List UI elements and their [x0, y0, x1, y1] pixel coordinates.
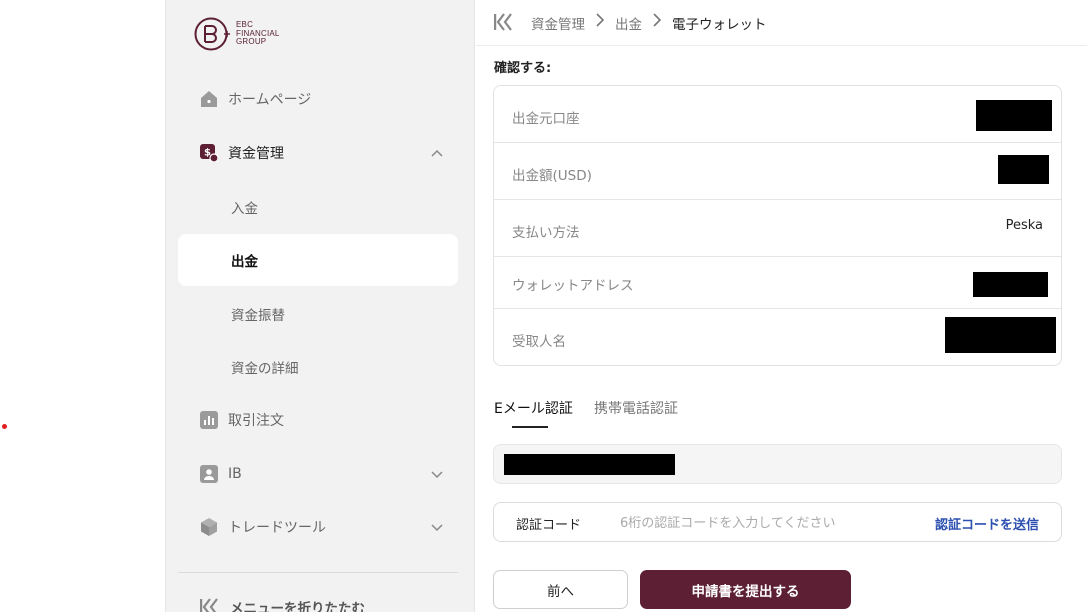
verification-code-field: 認証コード 認証コードを送信 [493, 502, 1062, 542]
send-code-link[interactable]: 認証コードを送信 [935, 514, 1039, 533]
redacted-value [976, 100, 1052, 131]
sidebar-item-label: ホームページ [228, 92, 312, 108]
confirm-row-wallet-address: ウォレットアドレス [494, 257, 1061, 309]
confirm-row-source-account: 出金元口座 [494, 86, 1061, 143]
sidebar-item-withdraw[interactable]: 出金 [178, 234, 458, 286]
sidebar-item-label: 資金振替 [231, 308, 285, 324]
red-dot-marker [2, 424, 7, 429]
chevron-up-icon [431, 149, 443, 157]
chart-icon [200, 411, 218, 429]
cube-icon [201, 518, 217, 536]
brand-line-3: GROUP [236, 37, 267, 47]
confirm-title: 確認する: [494, 61, 552, 76]
dollar-icon: $ [200, 144, 218, 162]
sidebar-item-deposit[interactable]: 入金 [178, 181, 458, 233]
sidebar-item-fund-details[interactable]: 資金の詳細 [178, 341, 458, 393]
confirm-row-label: 受取人名 [512, 334, 566, 350]
chevron-down-icon [431, 471, 443, 479]
prev-button[interactable]: 前へ [493, 570, 628, 609]
tab-email-verification[interactable]: Eメール認証 [494, 398, 573, 418]
sidebar: EBC FINANCIAL GROUP ホームページ $ 資金管理 入金 出金 … [165, 0, 475, 612]
confirm-row-payment-method: 支払い方法 Peska [494, 200, 1061, 257]
breadcrumb-funds[interactable]: 資金管理 [531, 13, 585, 33]
user-card-icon [200, 465, 218, 483]
redacted-value [973, 272, 1048, 297]
sidebar-item-trade-orders[interactable]: 取引注文 [178, 394, 458, 446]
confirm-row-label: 出金元口座 [512, 111, 580, 127]
confirm-row-label: 支払い方法 [512, 225, 580, 241]
sidebar-item-label: 取引注文 [228, 413, 284, 429]
brand-logo[interactable]: EBC FINANCIAL GROUP [194, 16, 280, 52]
main-content: 資金管理 出金 電子ウォレット 確認する: 出金元口座 出金額(USD) 支払い… [476, 0, 1087, 612]
confirm-row-label: 出金額(USD) [512, 168, 592, 184]
left-blank-area [0, 0, 165, 612]
redacted-value [945, 317, 1056, 353]
home-icon [201, 91, 217, 107]
sidebar-item-ib[interactable]: IB [178, 448, 458, 500]
sidebar-item-label: トレードツール [228, 520, 326, 536]
chevron-right-icon [653, 13, 662, 27]
confirm-details: 出金元口座 出金額(USD) 支払い方法 Peska ウォレットアドレス 受取人… [493, 85, 1062, 366]
verification-code-input[interactable] [620, 511, 910, 535]
redacted-email [504, 454, 675, 475]
redacted-value [998, 155, 1049, 184]
sidebar-item-label: 入金 [231, 201, 258, 217]
sidebar-item-label: 出金 [231, 254, 258, 270]
collapse-menu-label: メニューを折りたたむ [230, 601, 365, 612]
sidebar-divider [178, 572, 458, 573]
active-tab-indicator [512, 426, 548, 428]
confirm-row-label: ウォレットアドレス [512, 278, 634, 294]
sidebar-item-label: 資金の詳細 [231, 361, 299, 377]
confirm-row-amount: 出金額(USD) [494, 143, 1061, 200]
sidebar-item-trade-tools[interactable]: トレードツール [178, 501, 458, 553]
sidebar-item-home[interactable]: ホームページ [178, 73, 458, 125]
breadcrumb-withdraw[interactable]: 出金 [615, 13, 642, 33]
sidebar-item-label: 資金管理 [228, 146, 284, 162]
email-display-field [493, 444, 1062, 484]
sidebar-item-transfer[interactable]: 資金振替 [178, 288, 458, 340]
chevron-right-icon [596, 13, 605, 27]
confirm-row-value: Peska [1005, 218, 1043, 233]
collapse-menu-button[interactable]: メニューを折りたたむ [200, 597, 365, 612]
sidebar-item-funds[interactable]: $ 資金管理 [178, 127, 458, 179]
confirm-row-recipient-name: 受取人名 [494, 309, 1061, 365]
collapse-icon [200, 598, 218, 612]
submit-application-button[interactable]: 申請書を提出する [640, 570, 851, 609]
tab-phone-verification[interactable]: 携帯電話認証 [594, 398, 678, 418]
breadcrumb-ewallet: 電子ウォレット [672, 17, 767, 33]
brand-name: EBC FINANCIAL GROUP [236, 21, 280, 47]
ebc-logo-icon [194, 17, 230, 51]
collapse-sidebar-icon[interactable] [494, 13, 514, 31]
breadcrumb: 資金管理 出金 電子ウォレット [476, 0, 1087, 46]
page: EBC FINANCIAL GROUP ホームページ $ 資金管理 入金 出金 … [0, 0, 1087, 612]
sidebar-item-label: IB [228, 466, 242, 482]
chevron-down-icon [431, 524, 443, 532]
code-label: 認証コード [516, 518, 582, 533]
